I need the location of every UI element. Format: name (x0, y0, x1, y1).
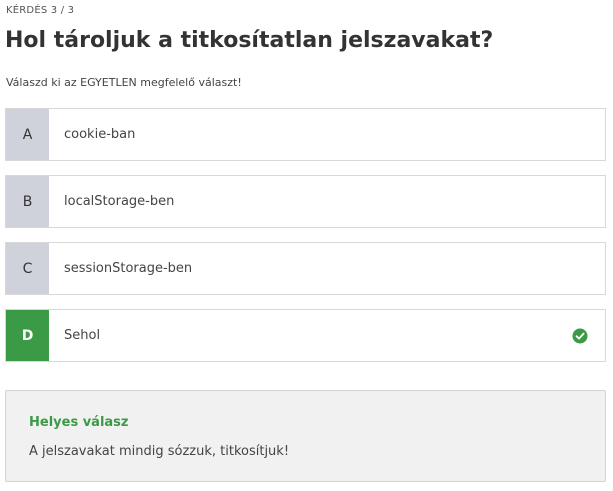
option-letter: B (6, 176, 49, 227)
question-counter: KÉRDÉS 3 / 3 (6, 5, 75, 16)
answer-option-b[interactable]: B localStorage-ben (5, 175, 606, 228)
option-text: sessionStorage-ben (64, 261, 193, 276)
feedback-title: Helyes válasz (29, 415, 129, 430)
option-text: cookie-ban (64, 127, 136, 142)
answer-option-d[interactable]: D Sehol (5, 309, 606, 362)
feedback-panel: Helyes válasz A jelszavakat mindig sózzu… (5, 390, 606, 482)
check-circle-icon (572, 328, 588, 344)
answer-options: A cookie-ban B localStorage-ben C sessio… (5, 108, 606, 376)
option-letter: C (6, 243, 49, 294)
answer-option-a[interactable]: A cookie-ban (5, 108, 606, 161)
feedback-text: A jelszavakat mindig sózzuk, titkosítjuk… (29, 444, 290, 459)
option-letter: A (6, 109, 49, 160)
question-title: Hol tároljuk a titkosítatlan jelszavakat… (5, 28, 494, 53)
option-text: localStorage-ben (64, 194, 175, 209)
question-instruction: Válaszd ki az EGYETLEN megfelelő választ… (6, 76, 242, 89)
answer-option-c[interactable]: C sessionStorage-ben (5, 242, 606, 295)
option-letter: D (6, 310, 49, 361)
option-text: Sehol (64, 328, 101, 343)
